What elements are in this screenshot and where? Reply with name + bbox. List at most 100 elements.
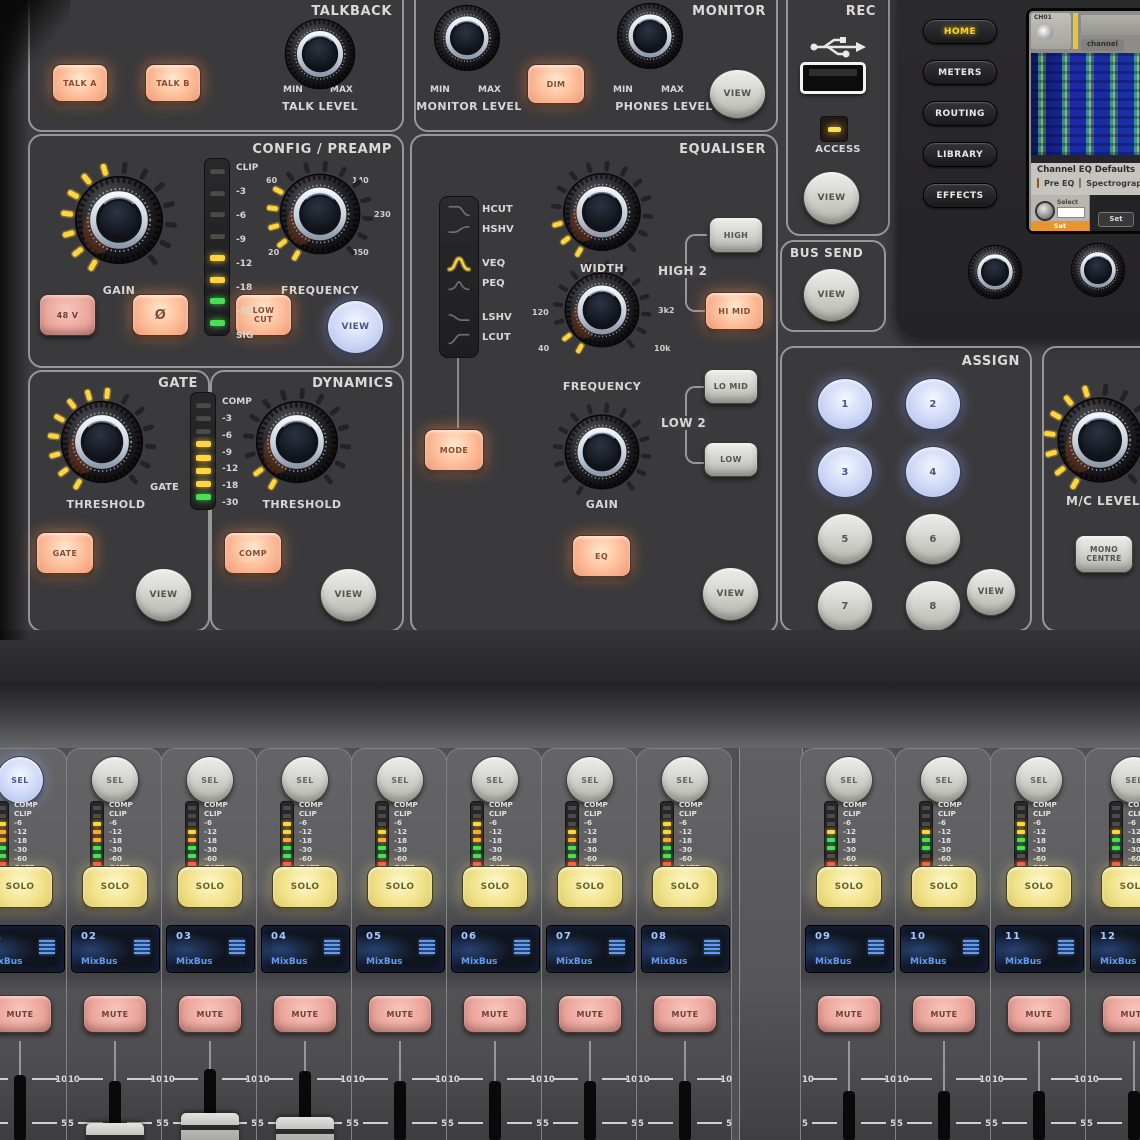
assign-button-2[interactable]: 2 (905, 378, 961, 430)
assign-button-6[interactable]: 6 (905, 513, 961, 565)
sel-button[interactable]: SEL (1015, 756, 1063, 804)
sel-button[interactable]: SEL (91, 756, 139, 804)
eq-mode-button[interactable]: MODE (424, 429, 484, 471)
eq-lo-mid-button[interactable]: LO MID (704, 369, 758, 404)
gate-view-button[interactable]: VIEW (135, 568, 192, 622)
mute-button[interactable]: MUTE (653, 995, 717, 1033)
eq-on-button[interactable]: EQ (572, 535, 631, 577)
select-knob-icon[interactable] (1035, 201, 1055, 221)
solo-button[interactable]: SOLO (652, 866, 718, 908)
mute-button[interactable]: MUTE (463, 995, 527, 1033)
sel-button[interactable]: SEL (471, 756, 519, 804)
screen-nav-home-button[interactable]: HOME (923, 19, 997, 44)
fader[interactable]: 1010 55 (352, 1041, 448, 1140)
solo-button[interactable]: SOLO (816, 866, 882, 908)
sel-button[interactable]: SEL (566, 756, 614, 804)
sel-button[interactable]: SEL (920, 756, 968, 804)
preamp-frequency-knob[interactable] (265, 159, 375, 269)
solo-button[interactable]: SOLO (367, 866, 433, 908)
talk-b-button[interactable]: TALK B (145, 64, 201, 102)
mute-button[interactable]: MUTE (368, 995, 432, 1033)
preamp-view-button[interactable]: VIEW (327, 300, 384, 354)
assign-button-3[interactable]: 3 (817, 446, 873, 498)
screen-nav-routing-button[interactable]: ROUTING (923, 101, 997, 126)
mute-button[interactable]: MUTE (912, 995, 976, 1033)
sel-button[interactable]: SEL (281, 756, 329, 804)
fader-cap[interactable] (276, 1117, 334, 1140)
assign-button-7[interactable]: 7 (817, 580, 873, 632)
fader-cap[interactable] (86, 1123, 144, 1140)
sel-button[interactable]: SEL (825, 756, 873, 804)
mute-button[interactable]: MUTE (558, 995, 622, 1033)
sel-button[interactable]: SEL (0, 756, 44, 804)
assign-button-1[interactable]: 1 (817, 378, 873, 430)
screen-nav-meters-button[interactable]: METERS (923, 60, 997, 85)
select-field[interactable] (1057, 207, 1085, 218)
fader[interactable]: 1010 55 (1086, 1041, 1140, 1140)
gain-knob[interactable] (59, 160, 179, 280)
monitor-level-knob[interactable] (422, 0, 512, 83)
fader[interactable]: 1010 55 (896, 1041, 992, 1140)
solo-button[interactable]: SOLO (911, 866, 977, 908)
talk-level-knob[interactable] (272, 6, 368, 102)
mono-centre-button[interactable]: MONO CENTRE (1075, 535, 1133, 573)
assign-button-4[interactable]: 4 (905, 446, 961, 498)
solo-button[interactable]: SOLO (462, 866, 528, 908)
eq-gain-knob[interactable] (551, 401, 653, 503)
eq-hi-mid-button[interactable]: HI MID (705, 292, 764, 330)
tab-channel[interactable]: channel (1081, 39, 1124, 51)
fader[interactable]: 1010 55 (991, 1041, 1087, 1140)
mute-button[interactable]: MUTE (83, 995, 147, 1033)
phones-level-knob[interactable] (605, 0, 695, 81)
solo-button[interactable]: SOLO (0, 866, 53, 908)
fader[interactable]: 1010 55 (542, 1041, 638, 1140)
mute-button[interactable]: MUTE (817, 995, 881, 1033)
fader[interactable]: 1010 55 (67, 1041, 163, 1140)
dim-button[interactable]: DIM (527, 64, 585, 104)
side-set-button[interactable]: Set (1098, 212, 1134, 227)
mute-button[interactable]: MUTE (178, 995, 242, 1033)
mc-level-knob[interactable] (1042, 382, 1140, 498)
gate-button[interactable]: GATE (36, 532, 94, 574)
mute-button[interactable]: MUTE (273, 995, 337, 1033)
mute-button[interactable]: MUTE (1102, 995, 1140, 1033)
fader[interactable]: 1010 55 (257, 1041, 353, 1140)
comp-button[interactable]: COMP (224, 532, 282, 574)
phantom-48v-button[interactable]: 48 V (39, 294, 96, 336)
eq-high-button[interactable]: HIGH (709, 217, 763, 253)
fader[interactable]: 1010 55 (801, 1041, 897, 1140)
mute-button[interactable]: MUTE (1007, 995, 1071, 1033)
screen-encoder-1[interactable] (958, 235, 1032, 309)
solo-button[interactable]: SOLO (1101, 866, 1140, 908)
screen-nav-effects-button[interactable]: EFFECTS (923, 183, 997, 208)
usb-port[interactable] (800, 62, 866, 94)
screen-encoder-2[interactable] (1061, 233, 1135, 307)
solo-button[interactable]: SOLO (177, 866, 243, 908)
eq-width-knob[interactable] (549, 159, 655, 265)
fader[interactable]: 1010 55 (637, 1041, 733, 1140)
fader[interactable]: 1010 55 (447, 1041, 543, 1140)
sel-button[interactable]: SEL (661, 756, 709, 804)
pre-eq-checkbox[interactable] (1037, 178, 1039, 188)
assign-button-5[interactable]: 5 (817, 513, 873, 565)
screen-nav-library-button[interactable]: LIBRARY (923, 142, 997, 167)
fader[interactable]: 1010 55 (0, 1041, 68, 1140)
gate-threshold-knob[interactable] (46, 386, 158, 498)
screen-channel-tab[interactable]: CH01 (1031, 13, 1071, 49)
dynamics-view-button[interactable]: VIEW (320, 568, 377, 622)
fader-cap[interactable] (181, 1113, 239, 1140)
eq-view-button[interactable]: VIEW (702, 567, 759, 621)
eq-low-button[interactable]: LOW (704, 442, 758, 477)
solo-button[interactable]: SOLO (557, 866, 623, 908)
spectrograph-checkbox[interactable] (1079, 178, 1082, 188)
sel-button[interactable]: SEL (376, 756, 424, 804)
phase-button[interactable]: Ø (132, 294, 189, 336)
solo-button[interactable]: SOLO (272, 866, 338, 908)
monitor-view-button[interactable]: VIEW (709, 69, 766, 119)
fader[interactable]: 1010 55 (162, 1041, 258, 1140)
assign-view-button[interactable]: VIEW (966, 568, 1016, 616)
sel-button[interactable]: SEL (1110, 756, 1140, 804)
sel-button[interactable]: SEL (186, 756, 234, 804)
assign-button-8[interactable]: 8 (905, 580, 961, 632)
solo-button[interactable]: SOLO (82, 866, 148, 908)
